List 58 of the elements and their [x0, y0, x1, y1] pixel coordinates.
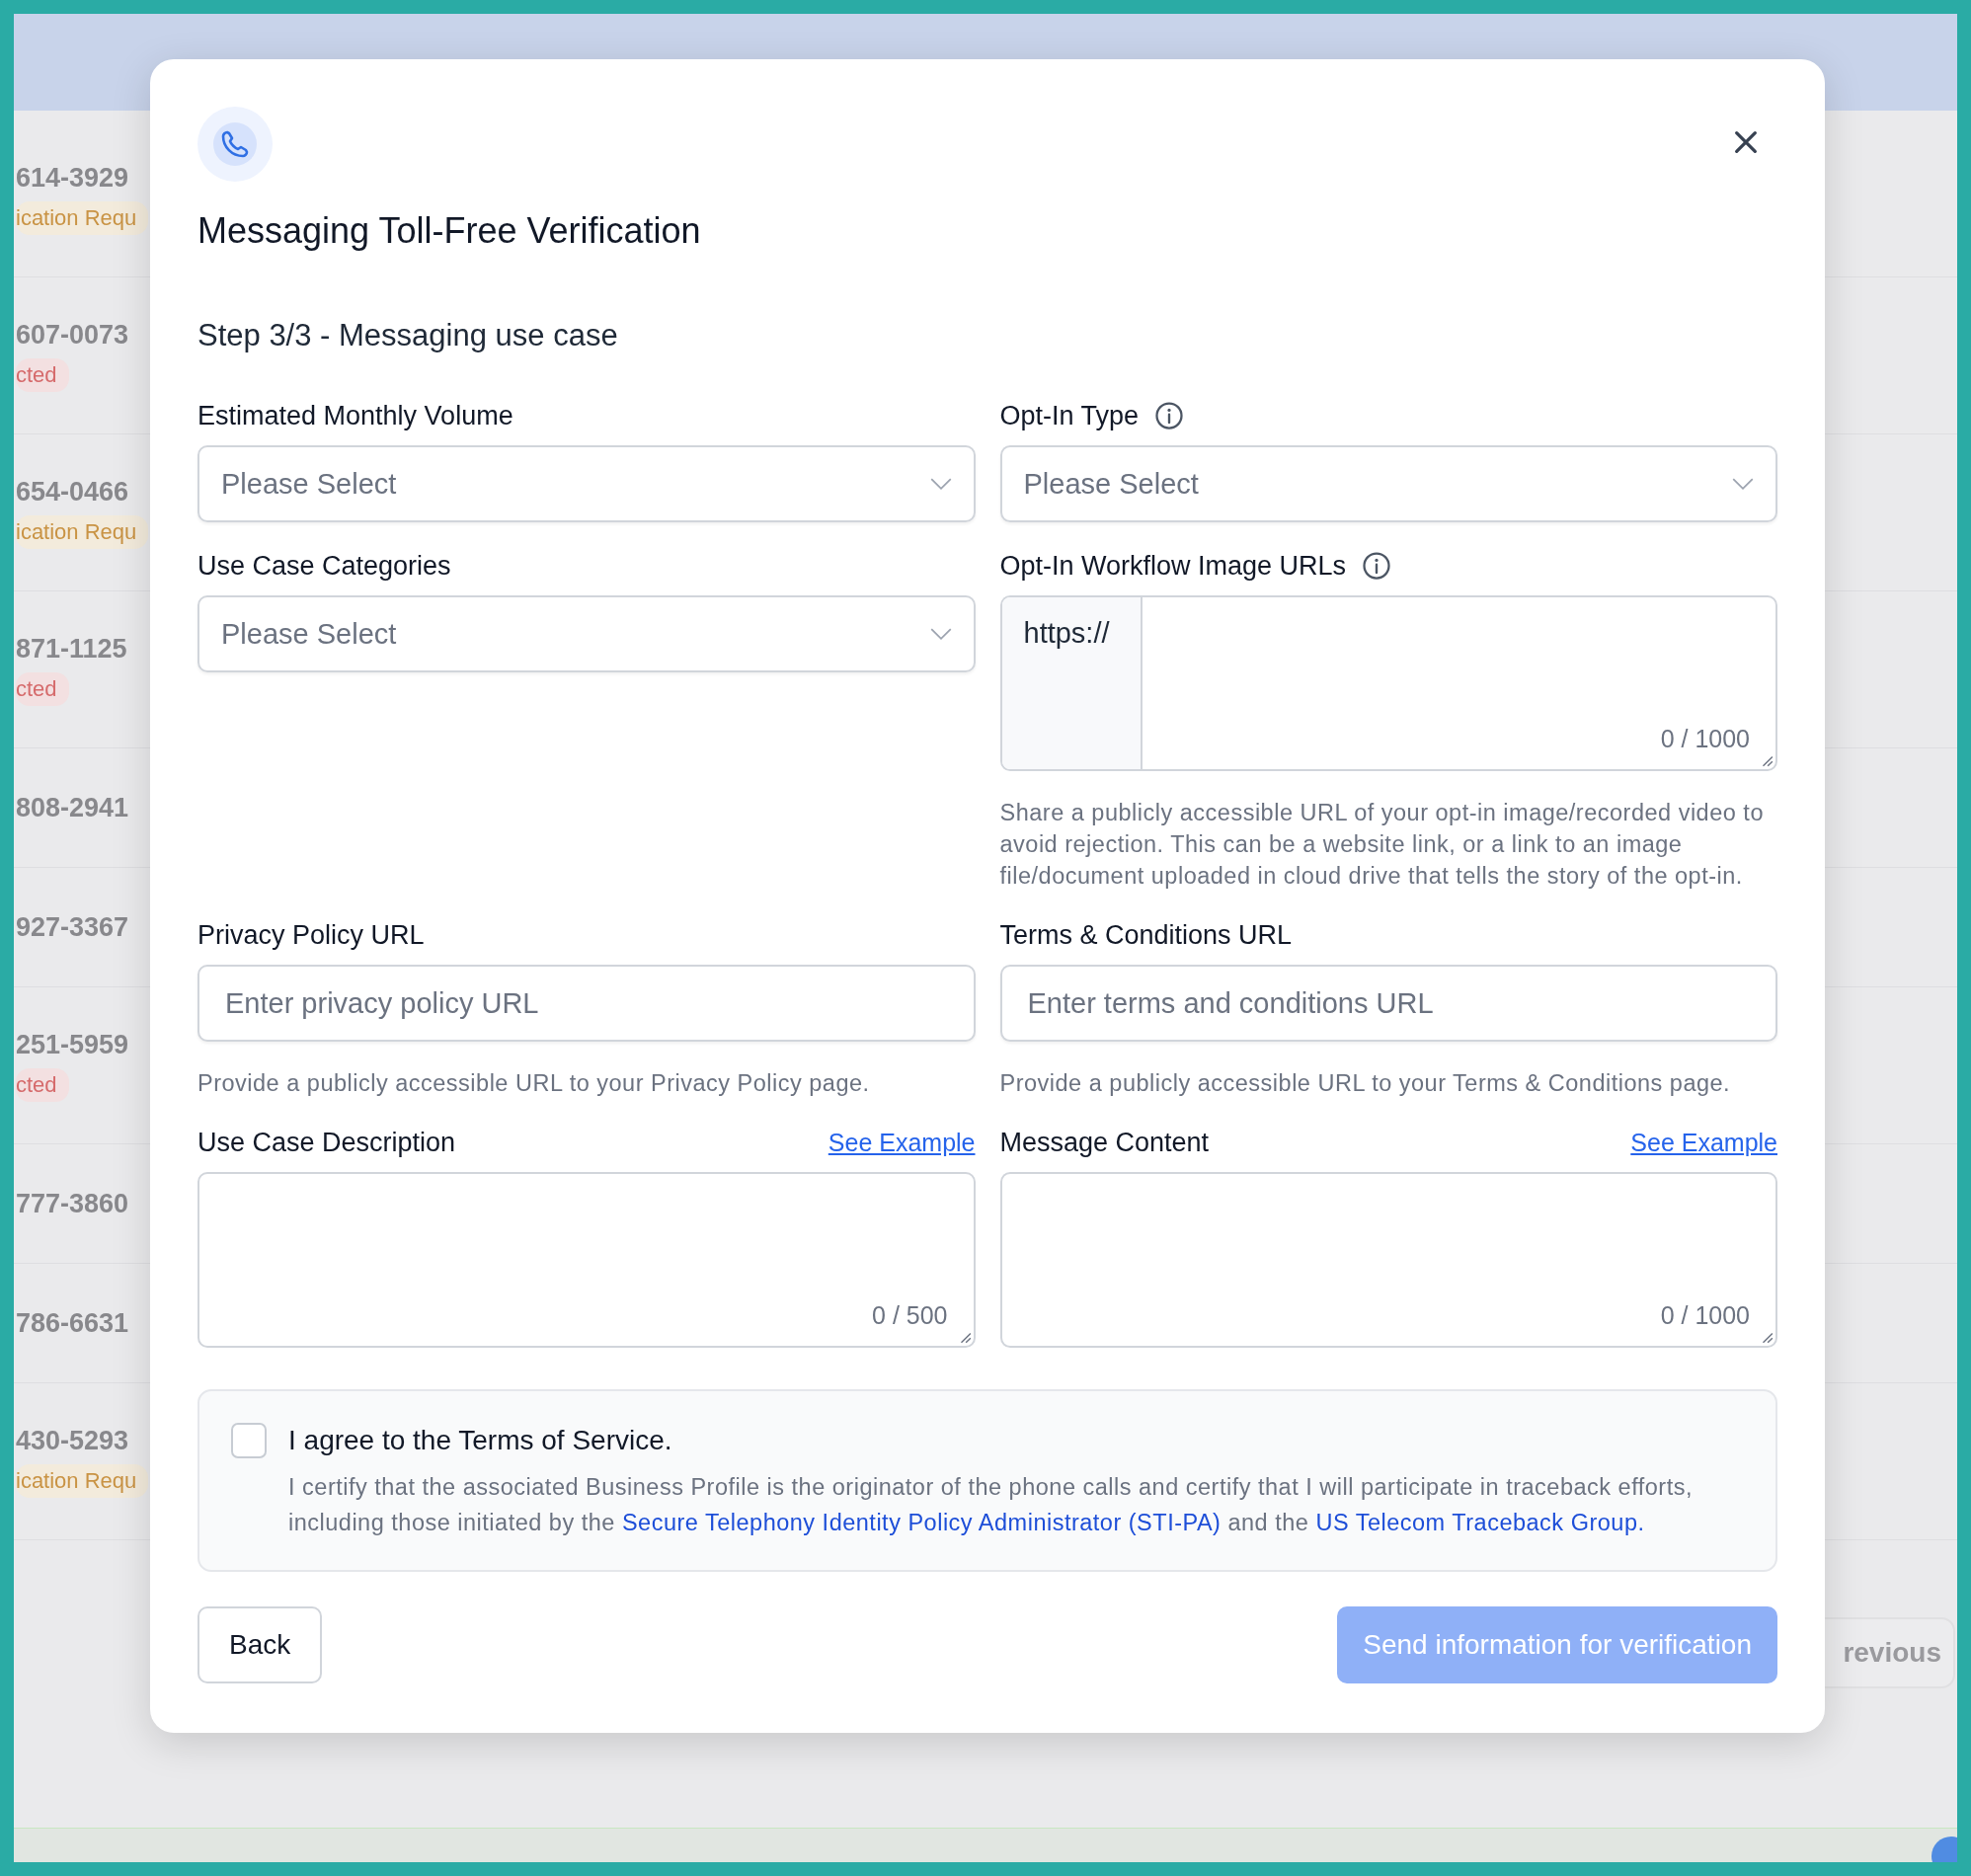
chevron-down-icon [929, 627, 952, 641]
url-textarea[interactable]: 0 / 1000 [1142, 597, 1775, 769]
checkbox[interactable] [231, 1423, 267, 1458]
status-badge: cted [16, 671, 69, 706]
info-icon[interactable] [1154, 401, 1185, 430]
field-label: Use Case Description [197, 1127, 456, 1158]
phone-number: 786-6631 [16, 1307, 129, 1339]
resize-handle-icon[interactable] [1760, 1330, 1774, 1344]
select-dropdown[interactable]: Please Select [197, 595, 976, 672]
url-prefix: https:// [1001, 597, 1143, 769]
agreement-label: I agree to the Terms of Service. [288, 1424, 673, 1457]
field-label: Message Content [999, 1127, 1210, 1158]
see-example-link[interactable]: See Example [1630, 1128, 1777, 1157]
phone-number: 251-5959 [16, 1029, 129, 1060]
select-dropdown[interactable]: Please Select [197, 445, 976, 522]
back-button[interactable]: Back [197, 1606, 323, 1683]
phone-number: 614-3929 [16, 162, 129, 194]
text-area[interactable]: 0 / 1000 [999, 1172, 1777, 1348]
phone-number: 607-0073 [16, 319, 129, 351]
status-badge: ication Requ [16, 1463, 149, 1498]
info-icon[interactable] [1362, 551, 1392, 581]
see-example-link[interactable]: See Example [828, 1128, 976, 1157]
status-badge: ication Requ [16, 200, 149, 235]
chevron-down-icon [929, 477, 952, 491]
field-label: Use Case Categories [197, 550, 451, 582]
policy-link[interactable]: Secure Telephony Identity Policy Administrator (STI-PA) [621, 1510, 1222, 1535]
close-button[interactable] [1732, 128, 1760, 156]
status-badge: ication Requ [16, 514, 149, 549]
help-text: Provide a publicly accessible URL to your Privacy Policy page. [197, 1069, 871, 1098]
phone-number: 871-1125 [16, 633, 127, 664]
character-counter: 0 / 1000 [1660, 725, 1750, 753]
status-badge: cted [16, 357, 69, 392]
text-area[interactable]: 0 / 500 [197, 1172, 976, 1348]
status-badge: cted [16, 1067, 69, 1102]
resize-handle-icon[interactable] [1760, 753, 1774, 767]
url-input[interactable]: Enter privacy policy URL [197, 965, 976, 1042]
url-input[interactable]: Enter terms and conditions URL [999, 965, 1777, 1042]
phone-number: 430-5293 [16, 1425, 129, 1456]
field-label: Opt-In Workflow Image URLs [999, 550, 1347, 582]
dialog-title: Messaging Toll-Free Verification [197, 209, 702, 253]
phone-number: 777-3860 [16, 1188, 129, 1219]
phone-number: 654-0466 [16, 476, 129, 508]
field-label: Estimated Monthly Volume [197, 400, 513, 431]
field-label: Opt-In Type [999, 400, 1140, 431]
select-dropdown[interactable]: Please Select [999, 445, 1777, 522]
phone-number: 808-2941 [16, 792, 129, 823]
character-counter: 0 / 1000 [1660, 1301, 1750, 1330]
phone-number: 927-3367 [16, 911, 129, 943]
certification-text: I certify that the associated Business Profile is the originator of the phone calls and certify that I will participate in traceback efforts, including those initiated by the Secure Telephony Identity Policy Administrator (STI-PA) and the US Telecom Traceback Group. [288, 1473, 1694, 1537]
character-counter: 0 / 500 [872, 1301, 948, 1330]
step-heading: Step 3/3 - Messaging use case [197, 317, 619, 354]
field-label: Terms & Conditions URL [999, 919, 1293, 951]
chevron-down-icon [1732, 477, 1754, 491]
policy-link[interactable]: US Telecom Traceback Group. [1315, 1510, 1645, 1535]
field-label: Privacy Policy URL [197, 919, 425, 951]
help-text: Share a publicly accessible URL of your opt-in image/recorded video to avoid rejection. This can be a website link, or a link to an image file/document uploaded in cloud drive that tells the story of the opt-in. [999, 799, 1765, 891]
phone-icon [197, 107, 273, 182]
help-text: Provide a publicly accessible URL to your Terms & Conditions page. [999, 1069, 1732, 1098]
